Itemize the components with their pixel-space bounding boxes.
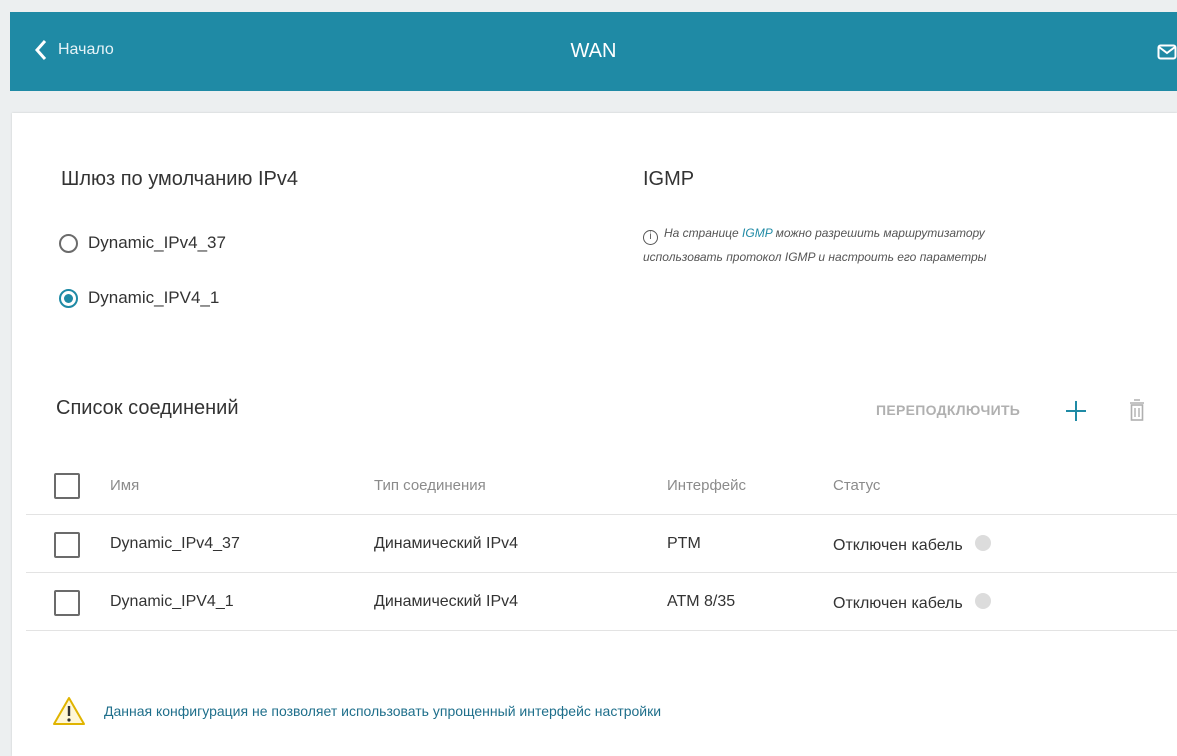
cell-name: Dynamic_IPv4_37 (110, 535, 240, 552)
radio-button[interactable] (59, 233, 78, 253)
gateway-option-label: Dynamic_IPv4_37 (88, 233, 226, 252)
connections-table: Имя Тип соединения Интерфейс Статус Dyna… (26, 463, 1177, 631)
column-header: Имя (110, 477, 140, 494)
column-header: Тип соединения (374, 477, 486, 494)
igmp-link[interactable]: IGMP (742, 226, 772, 240)
column-header: Статус (833, 477, 881, 494)
warning-text: Данная конфигурация не позволяет использ… (104, 703, 662, 719)
warning-icon (53, 697, 85, 725)
select-all-checkbox[interactable] (54, 473, 80, 499)
connections-title: Список соединений (56, 397, 239, 419)
table-header: Имя Тип соединения Интерфейс Статус (26, 463, 1177, 515)
gateway-option-label: Dynamic_IPV4_1 (88, 288, 220, 307)
status-text: Отключен кабель (833, 595, 963, 612)
page-title: WAN (570, 40, 617, 62)
status-indicator (974, 593, 991, 609)
cell-status: Отключен кабель (833, 535, 991, 555)
cell-interface: ATM 8/35 (667, 593, 736, 610)
cell-interface: PTM (667, 535, 701, 552)
warning-message: Данная конфигурация не позволяет использ… (52, 696, 661, 726)
igmp-title: IGMP (643, 168, 695, 190)
row-checkbox[interactable] (54, 590, 80, 616)
mail-icon[interactable] (1157, 42, 1177, 62)
cell-name: Dynamic_IPV4_1 (110, 593, 234, 610)
column-header: Интерфейс (667, 477, 747, 494)
cell-type: Динамический IPv4 (374, 593, 519, 610)
igmp-info-text: i На странице IGMP можно разрешить маршру… (643, 221, 1063, 269)
cell-type: Динамический IPv4 (374, 535, 519, 552)
gateway-option-2[interactable]: Dynamic_IPV4_1 (59, 288, 219, 308)
info-text-part: На странице (664, 226, 743, 240)
row-checkbox[interactable] (54, 532, 80, 558)
table-row[interactable]: Dynamic_IPV4_1 Динамический IPv4 ATM 8/3… (26, 573, 1177, 631)
gateway-title: Шлюз по умолчанию IPv4 (61, 168, 299, 190)
table-row[interactable]: Dynamic_IPv4_37 Динамический IPv4 PTM От… (26, 515, 1177, 573)
status-indicator (974, 535, 991, 551)
reconnect-button[interactable]: ПЕРЕПОДКЛЮЧИТЬ (876, 402, 1020, 418)
top-bar: Начало WAN (10, 12, 1177, 91)
gateway-option-1[interactable]: Dynamic_IPv4_37 (59, 233, 226, 253)
info-icon: i (643, 230, 658, 245)
trash-icon[interactable] (1127, 396, 1147, 424)
add-icon[interactable] (1064, 399, 1088, 423)
cell-status: Отключен кабель (833, 593, 991, 613)
content-card: Шлюз по умолчанию IPv4 Dynamic_IPv4_37 D… (12, 113, 1177, 756)
radio-button-selected[interactable] (59, 288, 78, 308)
status-text: Отключен кабель (833, 537, 963, 554)
